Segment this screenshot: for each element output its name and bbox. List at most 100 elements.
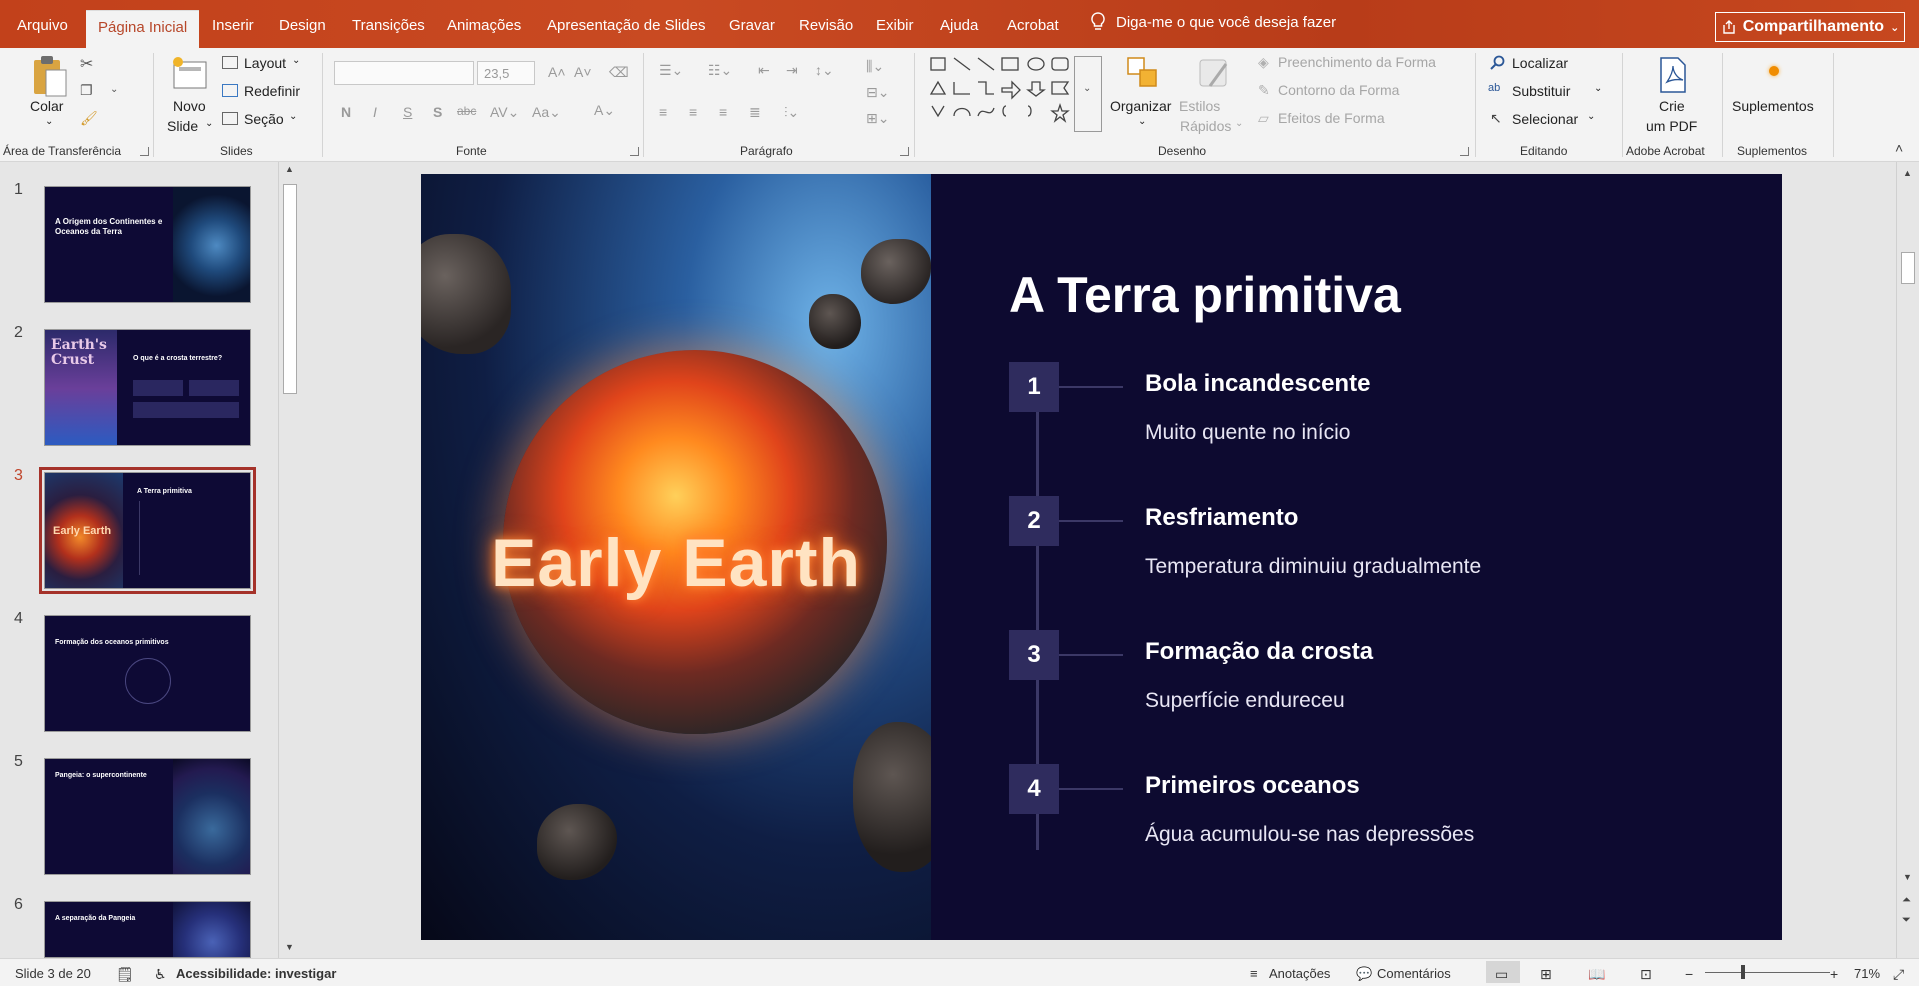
tab-gravar[interactable]: Gravar (729, 17, 775, 34)
chevron-down-icon[interactable]: ⌄ (292, 55, 300, 66)
increase-indent-icon[interactable]: ⇥ (786, 62, 798, 79)
step-heading[interactable]: Formação da crosta (1145, 638, 1373, 666)
underline-icon[interactable]: S (403, 104, 412, 120)
cut-icon[interactable]: ✂ (80, 54, 93, 74)
step-description[interactable]: Superfície endureceu (1145, 689, 1345, 713)
shape-effects-label[interactable]: Efeitos de Forma (1278, 110, 1385, 126)
accessibility-status[interactable]: Acessibilidade: investigar (176, 966, 336, 981)
scrollbar-thumb[interactable] (283, 184, 297, 394)
font-color-icon[interactable]: A⌄ (594, 102, 615, 119)
align-text-icon[interactable]: ⊟⌄ (866, 84, 889, 101)
chevron-down-icon[interactable]: ⌄ (205, 118, 213, 129)
slide-thumbnail-5[interactable]: Pangeia: o supercontinente (44, 758, 251, 875)
clipboard-launcher-icon[interactable] (140, 147, 149, 156)
paste-icon[interactable] (30, 54, 68, 98)
new-slide-icon[interactable] (170, 54, 210, 94)
columns-icon[interactable]: ⫶⌄ (784, 104, 799, 121)
share-button[interactable]: Compartilhamento ⌄ (1715, 12, 1905, 42)
chevron-down-icon[interactable]: ⌄ (1235, 118, 1243, 129)
addins-label[interactable]: Suplementos (1732, 98, 1814, 114)
slide-thumbnail-1[interactable]: A Origem dos Continentes e Oceanos da Te… (44, 186, 251, 303)
chevron-down-icon[interactable]: ⌄ (45, 116, 53, 127)
tell-me-box[interactable]: Diga-me o que você deseja fazer (1090, 12, 1336, 32)
scrollbar-thumb[interactable] (1901, 252, 1915, 284)
slide-thumbnail-6[interactable]: A separação da Pangeia (44, 901, 251, 958)
chevron-down-icon[interactable]: ⌄ (1594, 83, 1602, 94)
paste-label[interactable]: Colar (30, 98, 63, 114)
tab-exibir[interactable]: Exibir (876, 17, 914, 34)
shape-outline-icon[interactable]: ✎ (1258, 82, 1270, 99)
chevron-down-icon[interactable]: ⌄ (110, 84, 118, 95)
replace-label[interactable]: Substituir (1512, 83, 1570, 99)
arrange-icon[interactable] (1126, 56, 1160, 92)
strikethrough-icon[interactable]: abc (457, 104, 476, 118)
addins-icon[interactable] (1769, 66, 1779, 76)
tab-acrobat[interactable]: Acrobat (1007, 17, 1059, 34)
scroll-down-icon[interactable]: ▼ (285, 942, 294, 952)
italic-icon[interactable]: I (373, 104, 377, 120)
create-pdf-label-2[interactable]: um PDF (1646, 118, 1697, 134)
shape-effects-icon[interactable]: ▱ (1258, 110, 1269, 127)
line-spacing-icon[interactable]: ↕⌄ (815, 62, 834, 79)
font-family-input[interactable] (334, 61, 474, 85)
chevron-down-icon[interactable]: ⌄ (1138, 116, 1146, 127)
align-left-icon[interactable]: ≡ (659, 104, 667, 120)
tab-design[interactable]: Design (279, 17, 326, 34)
zoom-slider-thumb[interactable] (1741, 965, 1745, 979)
slide-title[interactable]: A Terra primitiva (1009, 266, 1401, 324)
format-painter-icon[interactable]: 🖌 (80, 110, 98, 127)
shadow-icon[interactable]: S (433, 104, 442, 120)
comments-icon[interactable]: 💬 (1356, 966, 1372, 982)
select-cursor-icon[interactable]: ↖ (1490, 110, 1502, 127)
create-pdf-label[interactable]: Crie (1659, 98, 1685, 114)
previous-slide-icon[interactable]: ⏶ (1902, 894, 1911, 907)
fit-slide-icon[interactable]: ⤢ (1893, 966, 1904, 983)
arrange-label[interactable]: Organizar (1110, 98, 1171, 114)
bold-icon[interactable]: N (341, 104, 351, 120)
tab-revisao[interactable]: Revisão (799, 17, 853, 34)
scroll-up-icon[interactable]: ▲ (285, 164, 294, 174)
shape-outline-label[interactable]: Contorno da Forma (1278, 82, 1399, 98)
align-center-icon[interactable]: ≡ (689, 104, 697, 120)
layout-icon[interactable] (222, 56, 238, 69)
notes-button[interactable]: Anotações (1269, 966, 1330, 981)
thumbnail-scrollbar[interactable]: ▲ ▼ (278, 162, 300, 958)
step-heading[interactable]: Resfriamento (1145, 504, 1298, 532)
grow-font-icon[interactable]: A˄ (548, 64, 566, 80)
char-spacing-icon[interactable]: AV⌄ (490, 104, 519, 121)
replace-icon[interactable]: ab (1488, 82, 1500, 94)
step-description[interactable]: Água acumulou-se nas depressões (1145, 823, 1474, 847)
tab-inserir[interactable]: Inserir (212, 17, 254, 34)
step-heading[interactable]: Primeiros oceanos (1145, 772, 1360, 800)
justify-icon[interactable]: ≣ (749, 104, 761, 121)
slide-scrollbar[interactable]: ▲ ▼ ⏶ ⏷ (1896, 162, 1919, 958)
step-description[interactable]: Muito quente no início (1145, 421, 1350, 445)
clear-format-icon[interactable]: ⌫ (609, 64, 629, 81)
font-size-input[interactable]: 23,5 (477, 61, 535, 85)
tab-apresentacao[interactable]: Apresentação de Slides (547, 17, 705, 34)
bullets-icon[interactable]: ☰⌄ (659, 62, 683, 79)
reading-view-icon[interactable]: 📖 (1588, 966, 1605, 983)
section-label[interactable]: Seção (244, 111, 284, 127)
normal-view-icon[interactable]: ▭ (1495, 966, 1508, 983)
smartart-icon[interactable]: ⊞⌄ (866, 110, 889, 127)
chevron-down-icon[interactable]: ⌄ (1587, 111, 1595, 122)
tab-arquivo[interactable]: Arquivo (17, 17, 68, 34)
collapse-ribbon-icon[interactable]: ˄ (1895, 140, 1903, 156)
text-direction-icon[interactable]: ⫼⌄ (866, 58, 884, 75)
quick-styles-icon[interactable] (1196, 56, 1234, 94)
shapes-more-button[interactable]: ⌄ (1074, 56, 1102, 132)
decrease-indent-icon[interactable]: ⇤ (758, 62, 770, 79)
step-description[interactable]: Temperatura diminuiu gradualmente (1145, 555, 1481, 579)
tab-pagina-inicial[interactable]: Página Inicial (86, 10, 200, 48)
zoom-slider[interactable] (1705, 972, 1830, 973)
notes-check-icon[interactable]: 🗒 (116, 966, 134, 983)
tab-ajuda[interactable]: Ajuda (940, 17, 978, 34)
zoom-level[interactable]: 71% (1854, 966, 1880, 981)
slide-thumbnail-2[interactable]: Earth's Crust O que é a crosta terrestre… (44, 329, 251, 446)
copy-icon[interactable]: ❐ (80, 82, 93, 99)
drawing-launcher-icon[interactable] (1460, 147, 1469, 156)
layout-label[interactable]: Layout (244, 55, 286, 71)
chevron-down-icon[interactable]: ⌄ (289, 111, 297, 122)
numbering-icon[interactable]: ☷⌄ (708, 62, 732, 79)
